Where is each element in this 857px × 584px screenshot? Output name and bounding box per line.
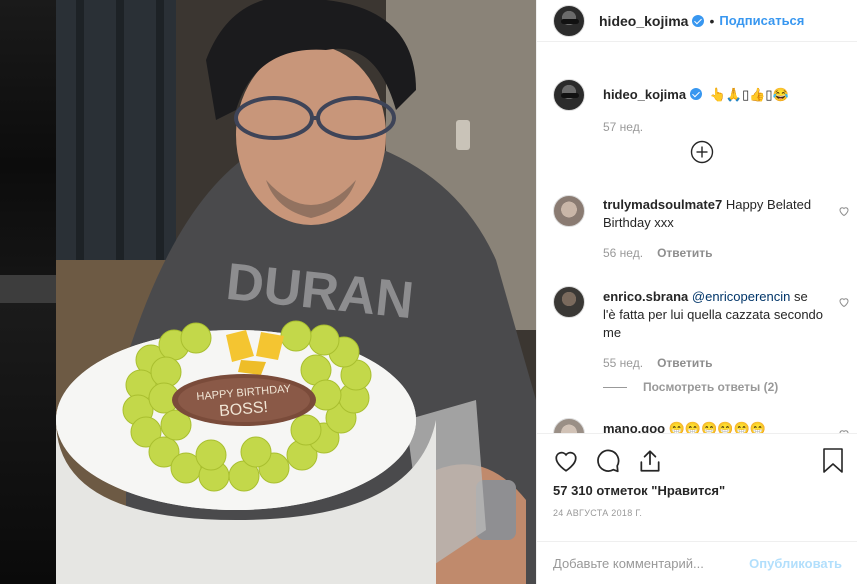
backdrop-dark-bottom xyxy=(0,303,56,584)
comments-list[interactable]: hideo_kojima 👆🙏▯👍▯😂 57 нед. trulymadsoul… xyxy=(537,43,857,433)
like-heart-icon[interactable] xyxy=(553,448,579,474)
verified-icon xyxy=(690,88,703,100)
comment-time[interactable]: 56 нед. xyxy=(603,246,643,260)
author-avatar[interactable] xyxy=(553,4,585,37)
comment-username[interactable]: mano.goo xyxy=(603,421,665,433)
header-separator: • xyxy=(709,12,715,29)
caption-avatar[interactable] xyxy=(553,79,585,111)
post-sidebar: hideo_kojima • Подписаться hideo_kojima … xyxy=(536,0,857,584)
reply-button[interactable]: Ответить xyxy=(657,356,712,370)
backdrop-band xyxy=(0,275,56,303)
post-actions: 57 310 отметок "Нравится" 24 АВГУСТА 201… xyxy=(537,433,857,541)
reply-button[interactable]: Ответить xyxy=(657,246,712,260)
comment-bubble-icon[interactable] xyxy=(595,448,621,474)
comment-avatar[interactable] xyxy=(553,195,585,227)
share-icon[interactable] xyxy=(637,448,663,474)
post-photo-illustration: DURAN HAPPY BIRTHDAY BOSS! xyxy=(56,0,536,584)
comment-item: trulymadsoulmate7 Happy Belated Birthday… xyxy=(553,195,853,262)
verified-icon xyxy=(692,14,705,27)
comment-avatar[interactable] xyxy=(553,418,585,433)
publish-button[interactable]: Опубликовать xyxy=(749,556,842,571)
caption-username[interactable]: hideo_kojima xyxy=(603,87,686,102)
like-comment-heart-icon[interactable] xyxy=(838,205,850,217)
bookmark-icon[interactable] xyxy=(822,448,844,474)
follow-button[interactable]: Подписаться xyxy=(719,13,804,28)
add-comment-bar: Опубликовать xyxy=(537,541,857,584)
comment-time[interactable]: 55 нед. xyxy=(603,356,643,370)
post-photo[interactable]: DURAN HAPPY BIRTHDAY BOSS! xyxy=(56,0,536,584)
author-username[interactable]: hideo_kojima xyxy=(599,13,688,29)
post-header: hideo_kojima • Подписаться xyxy=(537,0,857,42)
comment-text: 😁😁😁😁😁😁 xyxy=(668,421,766,433)
caption: hideo_kojima 👆🙏▯👍▯😂 57 нед. xyxy=(553,79,853,136)
comment-item: enrico.sbrana @enricoperencin se l'è fat… xyxy=(553,286,853,372)
comment-username[interactable]: enrico.sbrana xyxy=(603,289,688,304)
likes-count[interactable]: 57 310 отметок "Нравится" xyxy=(553,483,725,498)
view-replies-label: Посмотреть ответы (2) xyxy=(643,380,779,394)
caption-time[interactable]: 57 нед. xyxy=(603,120,643,134)
comment-input[interactable] xyxy=(553,555,750,571)
caption-text: 👆🙏▯👍▯😂 xyxy=(709,87,789,102)
backdrop-dark-top xyxy=(0,0,56,275)
comment-item: mano.goo 😁😁😁😁😁😁 xyxy=(553,418,853,433)
view-replies-button[interactable]: Посмотреть ответы (2) xyxy=(603,380,778,394)
comment-mention[interactable]: @enricoperencin xyxy=(692,289,790,304)
load-more-comments-icon[interactable] xyxy=(690,140,714,164)
post-date[interactable]: 24 АВГУСТА 2018 Г. xyxy=(553,508,642,518)
comment-avatar[interactable] xyxy=(553,286,585,318)
background-overlay[interactable] xyxy=(0,0,56,584)
replies-divider xyxy=(603,386,627,388)
like-comment-heart-icon[interactable] xyxy=(838,296,850,308)
comment-username[interactable]: trulymadsoulmate7 xyxy=(603,197,722,212)
